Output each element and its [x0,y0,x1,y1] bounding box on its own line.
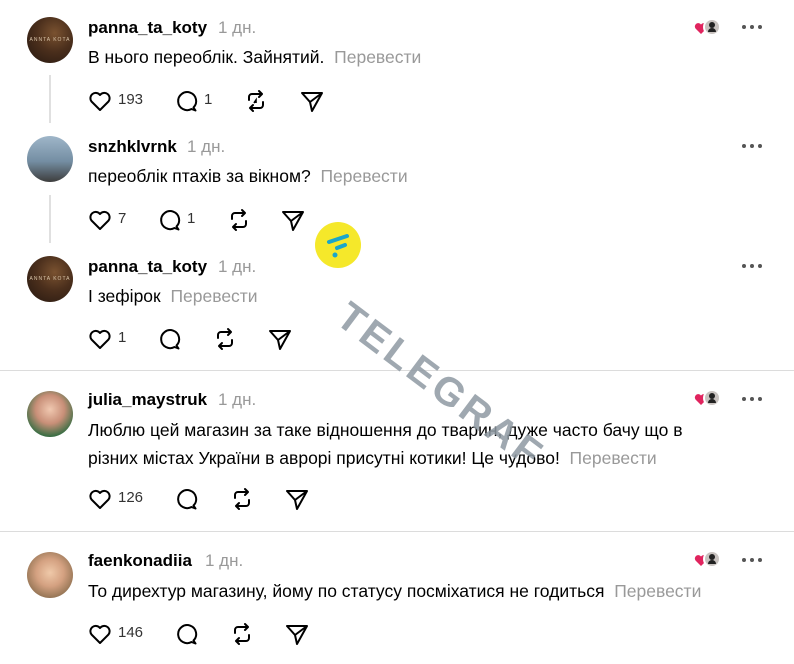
username[interactable]: faenkonadiia [88,551,192,571]
heart-avatar-icon [694,389,721,407]
comment-icon [160,210,181,231]
like-button[interactable]: 146 [88,622,148,646]
share-icon [269,330,291,350]
post: ANNTA KOTA panna_ta_koty 1 дн. В нього п… [0,0,794,125]
share-icon [301,92,323,112]
comment-icon [177,91,198,112]
repost-button[interactable] [226,208,252,232]
liked-by-author-badge [694,550,724,570]
comment-icon [177,489,198,510]
share-icon [282,211,304,231]
username[interactable]: julia_maystruk [88,390,207,410]
timestamp: 1 дн. [187,137,226,156]
thread-line [49,75,51,123]
post-text: То дирехтур магазину, йому по статусу по… [88,581,702,601]
heart-avatar-icon [694,18,721,36]
avatar[interactable] [27,136,73,182]
heart-icon [89,91,111,111]
repost-icon [234,488,250,510]
timestamp: 1 дн. [218,18,257,37]
share-button[interactable] [281,208,307,232]
avatar[interactable]: ANNTA KOTA [27,256,73,302]
comment-icon [177,624,198,645]
telegraf-watermark: TELEGRAF [315,222,555,478]
username[interactable]: snzhklvrnk [88,137,177,157]
telegraf-logo-icon [315,222,361,268]
repost-icon [217,328,233,350]
share-button[interactable] [285,487,311,511]
action-bar: 193 1 [88,89,328,113]
action-bar: 7 1 [88,208,328,232]
heart-icon [89,624,111,644]
username[interactable]: panna_ta_koty [88,257,207,277]
heart-icon [89,210,111,230]
more-icon[interactable] [742,25,766,31]
more-icon[interactable] [742,558,766,564]
like-button[interactable]: 126 [88,487,148,511]
comment-count: 1 [187,210,196,227]
like-button[interactable]: 1 [88,327,133,351]
heart-avatar-icon [694,550,721,568]
heart-icon [89,329,111,349]
post: faenkonadiia 1 дн. То дирехтур магазину,… [0,532,794,664]
comment-button[interactable] [157,327,183,351]
translate-link[interactable]: Перевести [334,47,421,67]
post-text: Люблю цей магазин за таке відношення до … [88,420,683,468]
avatar[interactable]: ANNTA KOTA [27,17,73,63]
share-button[interactable] [268,327,294,351]
translate-link[interactable]: Перевести [170,286,257,306]
like-count: 7 [118,210,127,227]
liked-by-author-badge [694,18,724,38]
repost-button[interactable] [229,622,255,646]
like-count: 1 [118,329,127,346]
heart-icon [89,489,111,509]
comment-button[interactable] [174,487,200,511]
avatar[interactable] [27,391,73,437]
action-bar: 146 [88,622,318,646]
like-button[interactable]: 7 [88,208,138,232]
share-button[interactable] [285,622,311,646]
comment-icon [160,329,181,350]
repost-icon [234,623,250,645]
like-button[interactable]: 193 [88,89,148,113]
timestamp: 1 дн. [218,390,257,409]
like-count: 126 [118,489,144,506]
more-icon[interactable] [742,264,766,270]
action-bar: 126 [88,487,318,511]
share-button[interactable] [300,89,326,113]
timestamp: 1 дн. [218,257,257,276]
post-text: І зефірок Перевести [88,286,258,306]
repost-button[interactable] [229,487,255,511]
repost-icon [231,209,247,231]
comment-count: 1 [204,91,213,108]
post-text: переоблік птахів за вікном? Перевести [88,166,408,186]
translate-link[interactable]: Перевести [570,448,657,468]
comment-button[interactable]: 1 [157,208,197,232]
more-icon[interactable] [742,397,766,403]
translate-link[interactable]: Перевести [614,581,701,601]
repost-icon [248,90,264,112]
comment-button[interactable] [174,622,200,646]
action-bar: 1 [88,327,308,351]
share-icon [286,625,308,645]
repost-button[interactable] [212,327,238,351]
liked-by-author-badge [694,389,724,409]
share-icon [286,490,308,510]
like-count: 193 [118,91,144,108]
comment-button[interactable]: 1 [174,89,214,113]
repost-button[interactable] [243,89,269,113]
thread-line [49,195,51,243]
translate-link[interactable]: Перевести [320,166,407,186]
like-count: 146 [118,624,144,641]
more-icon[interactable] [742,144,766,150]
username[interactable]: panna_ta_koty [88,18,207,38]
avatar[interactable] [27,552,73,598]
post-text: В нього переоблік. Зайнятий. Перевести [88,47,422,67]
telegraf-mark-icon [327,234,349,258]
timestamp: 1 дн. [205,551,244,570]
